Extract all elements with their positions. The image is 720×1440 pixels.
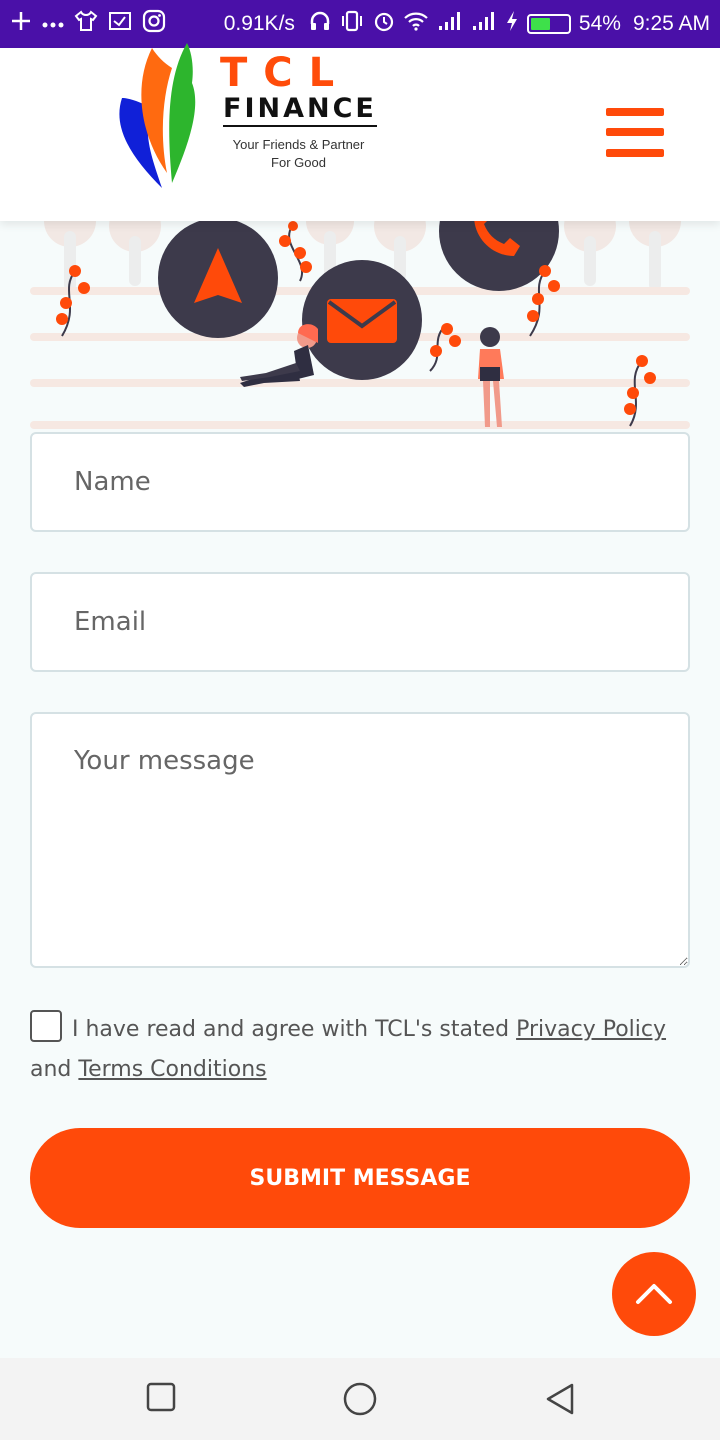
charging-icon xyxy=(505,10,519,38)
hamburger-icon[interactable] xyxy=(606,108,666,160)
home-button[interactable] xyxy=(343,1382,377,1421)
tcl-logo[interactable]: TCL FINANCE Your Friends & Partner For G… xyxy=(112,43,412,198)
instagram-icon xyxy=(142,9,166,39)
agree-and-text: and xyxy=(30,1057,72,1082)
email-input[interactable] xyxy=(30,572,690,672)
tagline-line-2: For Good xyxy=(271,155,326,170)
submit-message-button[interactable]: SUBMIT MESSAGE xyxy=(30,1128,690,1228)
navigation-icon xyxy=(158,221,278,338)
mail-icon xyxy=(302,260,422,380)
recents-button[interactable] xyxy=(146,1382,176,1417)
signal-icon xyxy=(437,10,463,38)
back-button[interactable] xyxy=(545,1382,575,1421)
terms-conditions-link[interactable]: Terms Conditions xyxy=(78,1057,266,1082)
battery-percent: 54% xyxy=(578,12,621,35)
contact-illustration xyxy=(0,221,720,431)
system-nav-bar xyxy=(0,1358,720,1440)
agree-checkbox[interactable] xyxy=(30,1010,62,1042)
brand-finance: FINANCE xyxy=(223,94,377,127)
standing-person-illustration xyxy=(478,327,504,427)
chevron-up-icon xyxy=(636,1284,672,1304)
battery-icon xyxy=(526,14,571,34)
square-icon xyxy=(146,1382,176,1412)
privacy-policy-link[interactable]: Privacy Policy xyxy=(516,1017,666,1042)
alarm-icon xyxy=(373,10,395,38)
site-header: TCL FINANCE Your Friends & Partner For G… xyxy=(0,43,720,221)
message-textarea[interactable] xyxy=(30,712,690,968)
signal-icon-2 xyxy=(471,10,497,38)
brand-tcl: TCL xyxy=(220,50,351,96)
net-speed: 0.91K/s xyxy=(223,12,295,35)
scroll-to-top-button[interactable] xyxy=(612,1252,696,1336)
circle-icon xyxy=(343,1382,377,1416)
headphones-icon xyxy=(309,10,331,38)
flame-logo-icon xyxy=(119,43,196,188)
agree-text: I have read and agree with TCL's stated xyxy=(72,1017,510,1042)
shirt-icon xyxy=(74,10,98,38)
more-dots-icon xyxy=(42,12,64,36)
brand-tagline: Your Friends & Partner For Good xyxy=(226,136,371,172)
name-input[interactable] xyxy=(30,432,690,532)
tagline-line-1: Your Friends & Partner xyxy=(232,137,365,152)
plus-icon xyxy=(10,10,32,38)
clock: 9:25 AM xyxy=(632,12,710,35)
cast-icon xyxy=(108,10,132,38)
status-bar: 0.91K/s 54% 9:25 AM xyxy=(0,0,720,48)
agreement-row: I have read and agree with TCL's stated … xyxy=(30,1010,690,1090)
vibrate-icon xyxy=(339,10,365,38)
back-triangle-icon xyxy=(546,1383,574,1415)
wifi-icon xyxy=(403,10,429,38)
